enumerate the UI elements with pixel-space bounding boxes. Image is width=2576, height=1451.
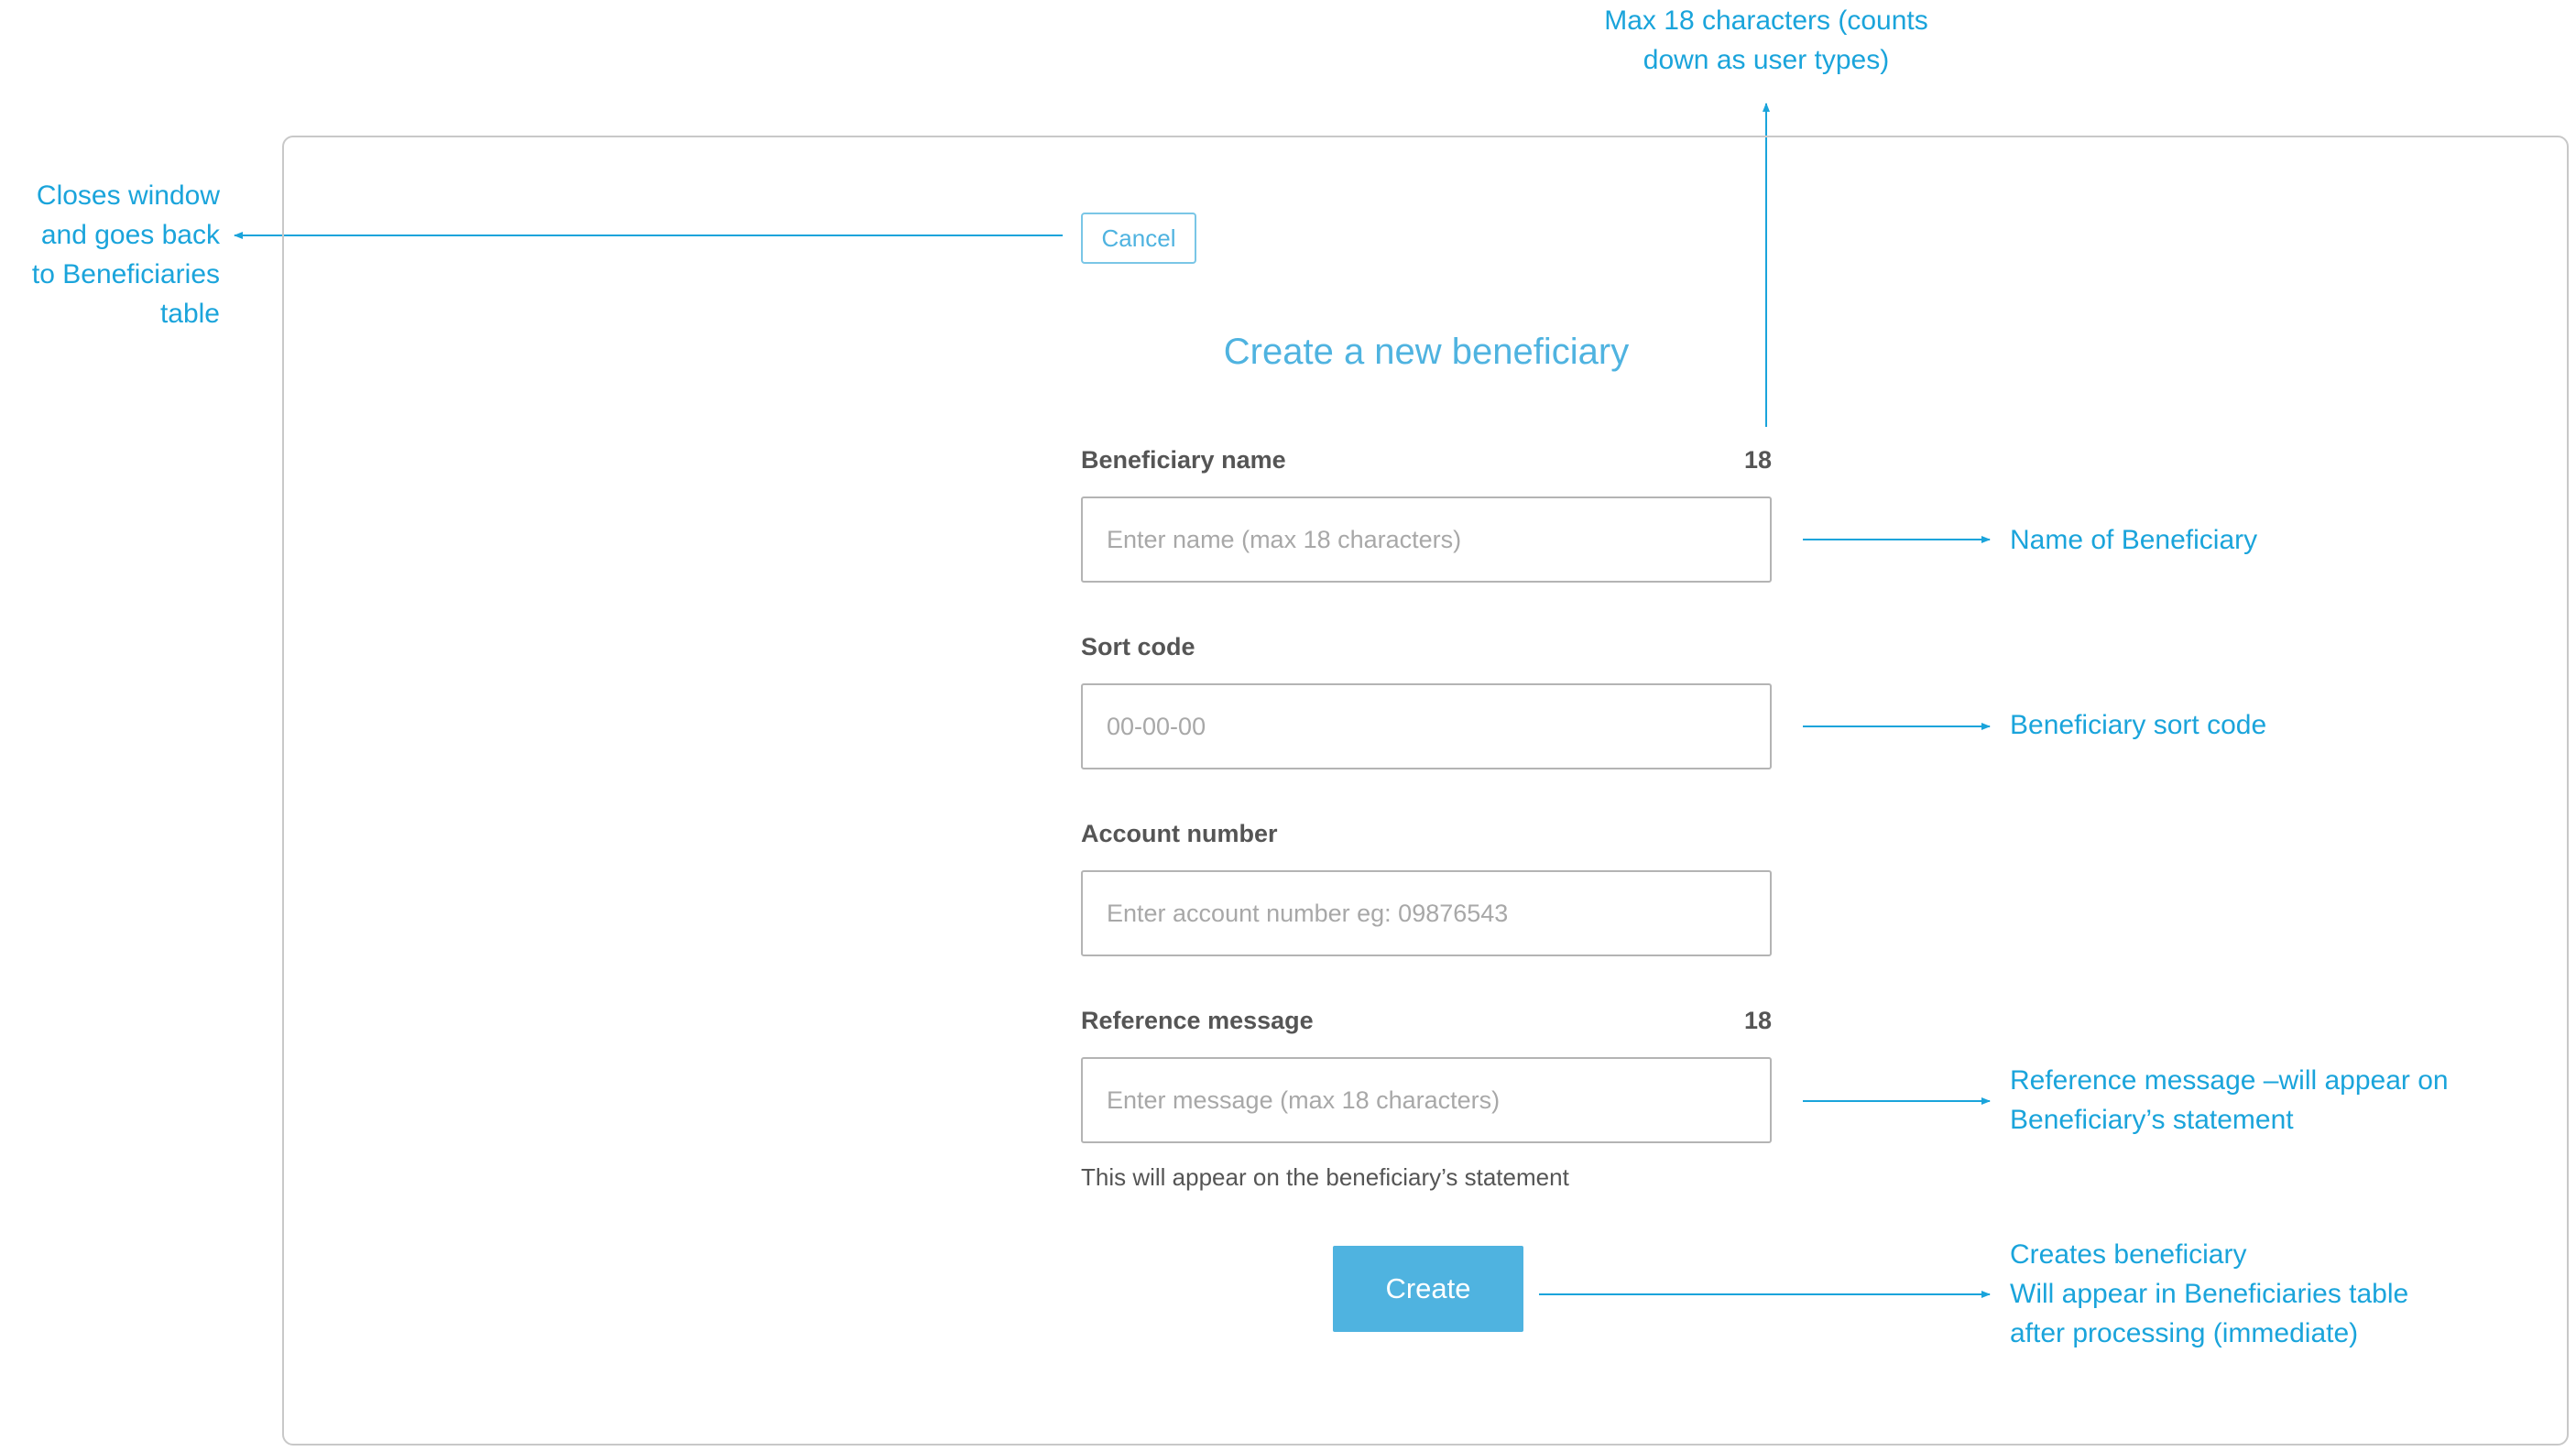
beneficiary-name-counter: 18 xyxy=(1743,446,1772,474)
reference-message-label: Reference message xyxy=(1081,1007,1314,1034)
cancel-annotation: Closes window and goes back to Beneficia… xyxy=(31,180,220,329)
form-title: Create a new beneficiary xyxy=(1223,332,1630,372)
reference-message-input[interactable] xyxy=(1081,1057,1772,1143)
counter-annotation: Max 18 characters (counts down as user t… xyxy=(1604,5,1928,75)
beneficiary-name-input[interactable] xyxy=(1081,496,1772,583)
sort-code-label: Sort code xyxy=(1081,633,1195,660)
account-number-input[interactable] xyxy=(1081,870,1772,956)
account-number-label: Account number xyxy=(1081,820,1278,847)
cancel-button[interactable]: Cancel xyxy=(1081,213,1196,264)
sort-code-input[interactable] xyxy=(1081,683,1772,769)
create-button[interactable]: Create xyxy=(1333,1246,1523,1332)
beneficiary-name-label: Beneficiary name xyxy=(1081,446,1286,474)
reference-helper-text: This will appear on the beneficiary’s st… xyxy=(1081,1163,1569,1191)
reference-message-counter: 18 xyxy=(1743,1007,1772,1034)
